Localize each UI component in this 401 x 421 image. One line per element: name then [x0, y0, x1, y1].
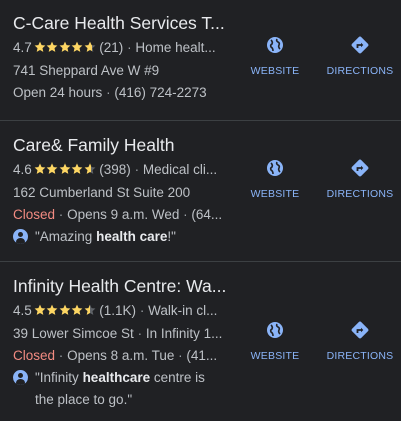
- star-icon: [34, 41, 46, 52]
- directions-button[interactable]: DIRECTIONS: [324, 320, 396, 362]
- star-icon: [84, 163, 96, 174]
- user-avatar-icon: [13, 370, 28, 385]
- directions-button[interactable]: DIRECTIONS: [324, 35, 396, 77]
- review-text: "Amazing health care!": [35, 229, 176, 244]
- review-snippet: "Amazing health care!": [13, 226, 235, 248]
- star-icon: [59, 163, 71, 174]
- directions-label: DIRECTIONS: [326, 350, 394, 362]
- place-card[interactable]: Infinity Health Centre: Wa... 4.5 (1.1K) …: [0, 262, 401, 421]
- place-category: Medical cli...: [142, 162, 218, 177]
- place-info: Care& Family Health 4.6 (398) · Medical c…: [13, 134, 235, 248]
- place-card[interactable]: C-Care Health Services T... 4.7 (21) · Ho…: [0, 0, 401, 121]
- star-icon: [71, 304, 83, 315]
- address-line: 39 Lower Simcoe St · In Infinity 1...: [13, 323, 235, 345]
- star-icon: [46, 163, 58, 174]
- place-address: 741 Sheppard Ave W #9: [13, 63, 160, 78]
- directions-label: DIRECTIONS: [326, 65, 394, 77]
- globe-icon: [265, 158, 285, 178]
- directions-icon: [350, 35, 370, 55]
- separator: ·: [127, 40, 132, 55]
- place-name[interactable]: C-Care Health Services T...: [13, 12, 235, 34]
- place-address: 39 Lower Simcoe St: [13, 326, 134, 341]
- star-icon: [46, 41, 58, 52]
- separator: ·: [139, 303, 145, 318]
- phone-number: (64...: [191, 207, 223, 222]
- directions-button[interactable]: DIRECTIONS: [324, 158, 396, 200]
- star-icon: [59, 41, 71, 52]
- hours-line: Open 24 hours · (416) 724-2273: [13, 82, 235, 104]
- star-icon: [84, 304, 96, 315]
- rating-value: 4.6: [13, 162, 32, 177]
- separator: ·: [58, 348, 64, 363]
- hours-text: Opens 8 a.m. Tue: [67, 348, 175, 363]
- review-count[interactable]: (1.1K): [99, 303, 136, 318]
- hours-line: Closed · Opens 9 a.m. Wed · (64...: [13, 204, 235, 226]
- separator: ·: [183, 207, 188, 222]
- star-rating: [34, 160, 97, 182]
- star-icon: [34, 163, 46, 174]
- local-results-list: C-Care Health Services T... 4.7 (21) · Ho…: [0, 0, 401, 421]
- review-snippet: "Infinity healthcare centre is the place…: [13, 367, 225, 411]
- place-category: Walk-in cl...: [148, 303, 218, 318]
- place-info: Infinity Health Centre: Wa... 4.5 (1.1K) …: [13, 275, 235, 411]
- star-icon: [71, 163, 83, 174]
- star-rating: [34, 38, 97, 60]
- directions-icon: [350, 158, 370, 178]
- place-name[interactable]: Care& Family Health: [13, 134, 235, 156]
- directions-icon: [350, 320, 370, 340]
- rating-value: 4.5: [13, 303, 32, 318]
- place-info: C-Care Health Services T... 4.7 (21) · Ho…: [13, 12, 235, 104]
- globe-icon: [265, 35, 285, 55]
- website-label: WEBSITE: [250, 65, 300, 77]
- review-count[interactable]: (398): [99, 162, 131, 177]
- star-icon: [71, 41, 83, 52]
- separator: ·: [134, 162, 140, 177]
- separator: ·: [106, 85, 111, 100]
- separator: ·: [178, 348, 183, 363]
- place-name[interactable]: Infinity Health Centre: Wa...: [13, 275, 235, 297]
- phone-number: (416) 724-2273: [114, 85, 207, 100]
- place-category: Home healt...: [135, 40, 216, 55]
- hours-text: Opens 9 a.m. Wed: [67, 207, 180, 222]
- website-button[interactable]: WEBSITE: [240, 320, 310, 362]
- directions-label: DIRECTIONS: [326, 188, 394, 200]
- star-rating: [34, 301, 97, 323]
- separator: ·: [58, 207, 64, 222]
- website-button[interactable]: WEBSITE: [240, 35, 310, 77]
- website-label: WEBSITE: [250, 188, 300, 200]
- hours-line: Closed · Opens 8 a.m. Tue · (41...: [13, 345, 235, 367]
- place-address: 162 Cumberland St Suite 200: [13, 185, 191, 200]
- rating-line: 4.7 (21) · Home healt...: [13, 37, 235, 60]
- closed-status: Closed: [13, 348, 56, 363]
- review-count[interactable]: (21): [99, 40, 123, 55]
- globe-icon: [265, 320, 285, 340]
- star-icon: [34, 304, 46, 315]
- user-avatar-icon: [13, 229, 28, 244]
- address-extra: In Infinity 1...: [145, 326, 223, 341]
- rating-value: 4.7: [13, 40, 32, 55]
- place-card[interactable]: Care& Family Health 4.6 (398) · Medical c…: [0, 121, 401, 262]
- star-icon: [84, 41, 96, 52]
- closed-status: Closed: [13, 207, 56, 222]
- star-icon: [59, 304, 71, 315]
- star-icon: [46, 304, 58, 315]
- hours-text: Open 24 hours: [13, 85, 103, 100]
- review-text: "Infinity healthcare centre is the place…: [35, 370, 205, 407]
- separator: ·: [137, 326, 143, 341]
- rating-line: 4.6 (398) · Medical cli...: [13, 159, 235, 182]
- rating-line: 4.5 (1.1K) · Walk-in cl...: [13, 300, 235, 323]
- website-button[interactable]: WEBSITE: [240, 158, 310, 200]
- phone-number: (41...: [186, 348, 218, 363]
- website-label: WEBSITE: [250, 350, 300, 362]
